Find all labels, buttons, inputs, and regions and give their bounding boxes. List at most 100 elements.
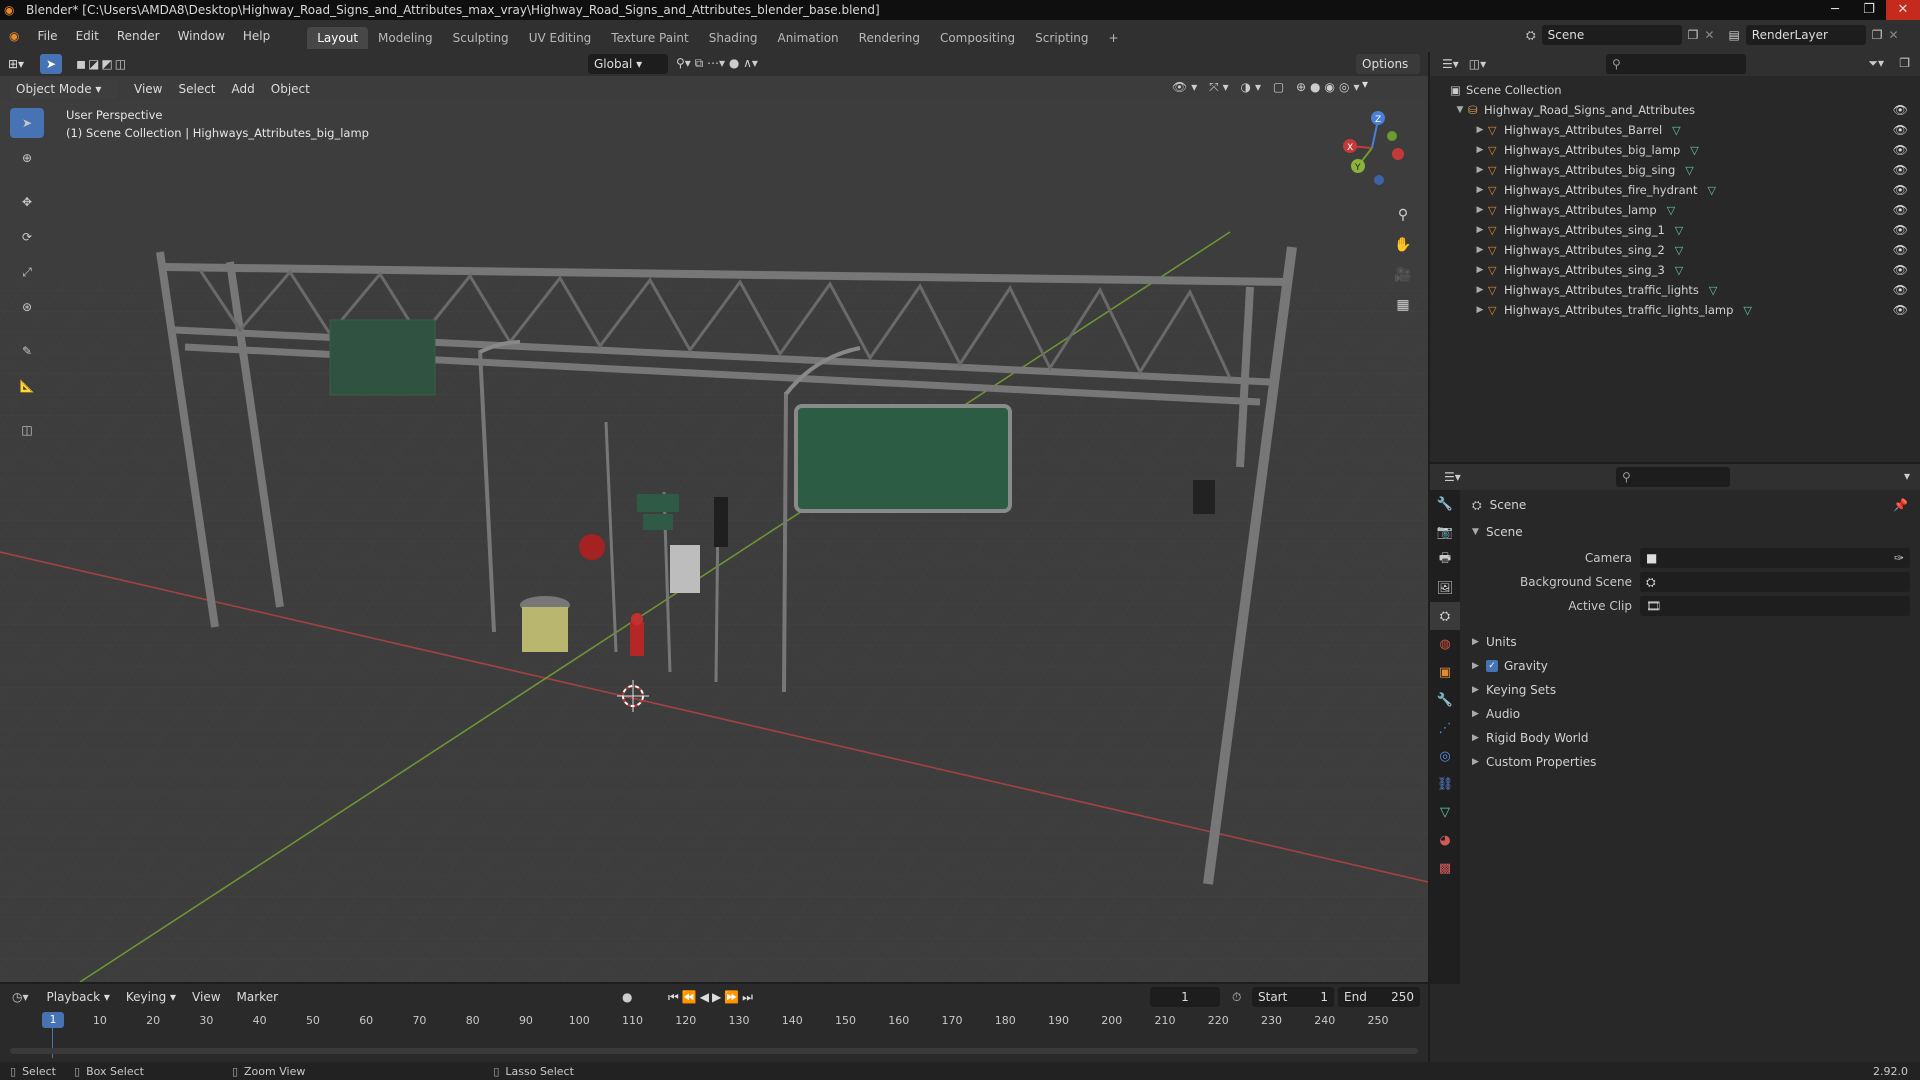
properties-options-icon[interactable]: ▾ [1904, 469, 1910, 483]
editor-type-icon[interactable]: ⊞▾ [0, 53, 32, 75]
active-clip-field[interactable]: 🎞 [1640, 596, 1910, 616]
visibility-eye-icon[interactable]: 👁 [1893, 263, 1908, 277]
world-tab-icon[interactable]: ◍ [1430, 630, 1460, 658]
tool-tab-icon[interactable]: 🔧 [1430, 490, 1460, 518]
add-workspace-button[interactable]: + [1099, 27, 1129, 49]
outliner-editor-icon[interactable]: ☰▾ [1442, 57, 1459, 71]
display-mode-icon[interactable]: ◫▾ [1469, 57, 1486, 71]
mesh-data-icon[interactable]: ▽ [1690, 144, 1698, 157]
properties-editor-icon[interactable]: ☰▾ [1444, 470, 1461, 484]
tab-compositing[interactable]: Compositing [930, 27, 1025, 49]
data-tab-icon[interactable]: ▽ [1430, 798, 1460, 826]
mesh-data-icon[interactable]: ▽ [1675, 224, 1683, 237]
expand-right-icon[interactable]: ▶ [1472, 305, 1488, 315]
remove-scene-icon[interactable]: ✕ [1704, 28, 1714, 42]
tab-rendering[interactable]: Rendering [849, 27, 930, 49]
outliner-item[interactable]: ▶ ▽ Highways_Attributes_traffic_lights ▽ 👁 [1430, 280, 1920, 300]
particles-tab-icon[interactable]: ⋰ [1430, 714, 1460, 742]
pin-icon[interactable]: 📌 [1893, 498, 1908, 512]
measure-tool[interactable]: 📐 [10, 371, 44, 401]
tab-layout[interactable]: Layout [307, 27, 369, 49]
mesh-data-icon[interactable]: ▽ [1667, 204, 1675, 217]
transform-orientation-dropdown[interactable]: Global ▾ [588, 54, 668, 74]
viewport-shading-icons[interactable]: 👁▾ ⤧▾ ◑▾ ▢ ⊕●◉◎▾ [1172, 80, 1363, 95]
mesh-data-icon[interactable]: ▽ [1707, 184, 1715, 197]
outliner-item[interactable]: ▶ ▽ Highways_Attributes_big_sing ▽ 👁 [1430, 160, 1920, 180]
blender-menu-icon[interactable]: ◉ [0, 20, 28, 52]
background-scene-field[interactable]: ⛭ [1640, 572, 1910, 592]
new-collection-icon[interactable]: ❐ [1899, 56, 1910, 70]
expand-right-icon[interactable]: ▶ [1472, 225, 1488, 235]
pivot-snap-icons[interactable]: ⚲▾ ⧉ ⋯▾ ● ∧▾ [676, 56, 758, 71]
object-menu[interactable]: Object [263, 78, 318, 100]
close-button[interactable]: ✕ [1886, 0, 1920, 20]
render-tab-icon[interactable]: 📷 [1430, 518, 1460, 546]
expand-right-icon[interactable]: ▶ [1472, 245, 1488, 255]
modifier-tab-icon[interactable]: 🔧 [1430, 686, 1460, 714]
outliner-search-input[interactable]: ⚲ [1606, 54, 1746, 74]
renderlayer-icon[interactable]: ▤ [1728, 28, 1739, 42]
mesh-data-icon[interactable]: ▽ [1675, 264, 1683, 277]
panel-section-header[interactable]: ▶ Audio [1460, 702, 1920, 726]
panel-section-header[interactable]: ▶ Units [1460, 630, 1920, 654]
constraints-tab-icon[interactable]: ⛓ [1430, 770, 1460, 798]
mesh-data-icon[interactable]: ▽ [1672, 124, 1680, 137]
output-tab-icon[interactable]: 🖶 [1430, 546, 1460, 574]
select-box-tool[interactable]: ➤ [10, 108, 44, 138]
material-tab-icon[interactable]: ◕ [1430, 826, 1460, 854]
minimize-button[interactable]: ─ [1818, 0, 1852, 20]
transform-tool[interactable]: ⊛ [10, 292, 44, 322]
expand-right-icon[interactable]: ▶ [1472, 285, 1488, 295]
mesh-data-icon[interactable]: ▽ [1685, 164, 1693, 177]
expand-right-icon[interactable]: ▶ [1472, 265, 1488, 275]
move-tool[interactable]: ✥ [10, 187, 44, 217]
scene-field[interactable]: Scene [1541, 25, 1682, 45]
panel-section-header[interactable]: ▶ Rigid Body World [1460, 726, 1920, 750]
camera-view-icon[interactable]: 🎥 [1390, 262, 1416, 288]
view-layer-tab-icon[interactable]: 🖼 [1430, 574, 1460, 602]
outliner-item[interactable]: ▶ ▽ Highways_Attributes_big_lamp ▽ 👁 [1430, 140, 1920, 160]
rotate-tool[interactable]: ⟳ [10, 222, 44, 252]
mesh-data-icon[interactable]: ▽ [1709, 284, 1717, 297]
scale-tool[interactable]: ⤢ [10, 257, 44, 287]
tab-modeling[interactable]: Modeling [368, 27, 443, 49]
select-tool-icon[interactable]: ➤ [40, 54, 63, 74]
view-menu[interactable]: View [126, 78, 170, 100]
visibility-eye-icon[interactable]: 👁 [1893, 143, 1908, 157]
add-cube-tool[interactable]: ◫ [10, 415, 44, 445]
outliner-item[interactable]: ▶ ▽ Highways_Attributes_fire_hydrant ▽ 👁 [1430, 180, 1920, 200]
menu-edit[interactable]: Edit [67, 20, 108, 52]
expand-right-icon[interactable]: ▶ [1472, 165, 1488, 175]
menu-file[interactable]: File [28, 20, 66, 52]
panel-section-header[interactable]: ▶ ✓ Gravity [1460, 654, 1920, 678]
visibility-eye-icon[interactable]: 👁 [1893, 183, 1908, 197]
outliner-item[interactable]: ▶ ▽ Highways_Attributes_traffic_lights_lam… [1430, 300, 1920, 320]
visibility-eye-icon[interactable]: 👁 [1893, 203, 1908, 217]
mesh-data-icon[interactable]: ▽ [1675, 244, 1683, 257]
visibility-eye-icon[interactable]: 👁 [1893, 223, 1908, 237]
visibility-eye-icon[interactable]: 👁 [1893, 163, 1908, 177]
annotate-tool[interactable]: ✎ [10, 336, 44, 366]
scene-collection-row[interactable]: ▣ Scene Collection [1430, 80, 1920, 100]
object-tab-icon[interactable]: ▣ [1430, 658, 1460, 686]
object-mode-dropdown[interactable]: Object Mode ▾ [10, 79, 118, 99]
zoom-icon[interactable]: ⚲ [1390, 202, 1416, 228]
panel-section-header[interactable]: ▶ Keying Sets [1460, 678, 1920, 702]
visibility-eye-icon[interactable]: 👁 [1893, 283, 1908, 297]
timeline-scrollbar[interactable] [10, 1048, 1418, 1054]
navigation-gizmo[interactable]: Z X Y [1336, 108, 1408, 188]
outliner-item[interactable]: ▶ ▽ Highways_Attributes_lamp ▽ 👁 [1430, 200, 1920, 220]
3d-viewport[interactable]: ⊞▾ ➤ ◼◪◩◫ Global ▾ ⚲▾ ⧉ ⋯▾ ● ∧▾ Options … [0, 52, 1428, 982]
filter-icon[interactable]: ⏷▾ [1868, 56, 1884, 71]
outliner-item[interactable]: ▶ ▽ Highways_Attributes_sing_1 ▽ 👁 [1430, 220, 1920, 240]
scene-panel-header[interactable]: ▼ Scene [1460, 520, 1920, 544]
panel-section-header[interactable]: ▶ Custom Properties [1460, 750, 1920, 774]
gravity-checkbox[interactable]: ✓ [1486, 660, 1498, 672]
properties-search-input[interactable]: ⚲ [1616, 467, 1730, 487]
visibility-eye-icon[interactable]: 👁 [1893, 243, 1908, 257]
maximize-button[interactable]: ❐ [1852, 0, 1886, 20]
mesh-data-icon[interactable]: ▽ [1743, 304, 1751, 317]
new-scene-icon[interactable]: ❐ [1688, 28, 1699, 42]
menu-render[interactable]: Render [108, 20, 169, 52]
visibility-eye-icon[interactable]: 👁 [1893, 303, 1908, 317]
